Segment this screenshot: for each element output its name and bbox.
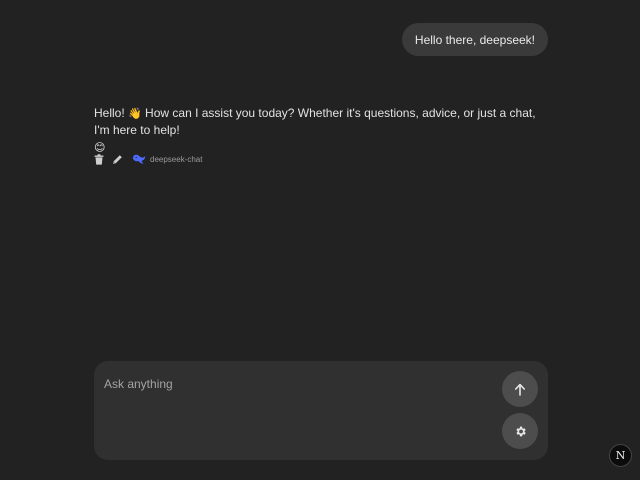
assistant-message: Hello! 👋 How can I assist you today? Whe… (94, 105, 554, 156)
arrow-up-icon (515, 383, 525, 396)
assistant-text-start: Hello! (94, 106, 129, 120)
user-message-bubble: Hello there, deepseek! (401, 23, 548, 56)
edit-button[interactable] (111, 153, 124, 166)
chat-page: Hello there, deepseek! Hello! 👋 How can … (0, 0, 640, 480)
chat-input[interactable] (104, 374, 484, 394)
assistant-text-body: How can I assist you today? Whether it's… (94, 106, 536, 137)
gear-icon (515, 426, 526, 436)
pencil-icon (113, 154, 122, 164)
dev-tools-badge[interactable]: N (609, 444, 632, 467)
model-tag: deepseek-chat (132, 153, 202, 165)
message-actions: deepseek-chat (92, 152, 202, 166)
send-button[interactable] (502, 371, 538, 407)
settings-button[interactable] (502, 413, 538, 449)
delete-button[interactable] (92, 153, 105, 166)
wave-emoji: 👋 (128, 107, 142, 120)
user-message-text: Hello there, deepseek! (414, 32, 535, 47)
composer (94, 361, 548, 460)
deepseek-whale-icon (133, 154, 146, 164)
trash-icon (94, 153, 103, 165)
dev-badge-label: N (615, 449, 626, 462)
model-name: deepseek-chat (150, 154, 203, 164)
